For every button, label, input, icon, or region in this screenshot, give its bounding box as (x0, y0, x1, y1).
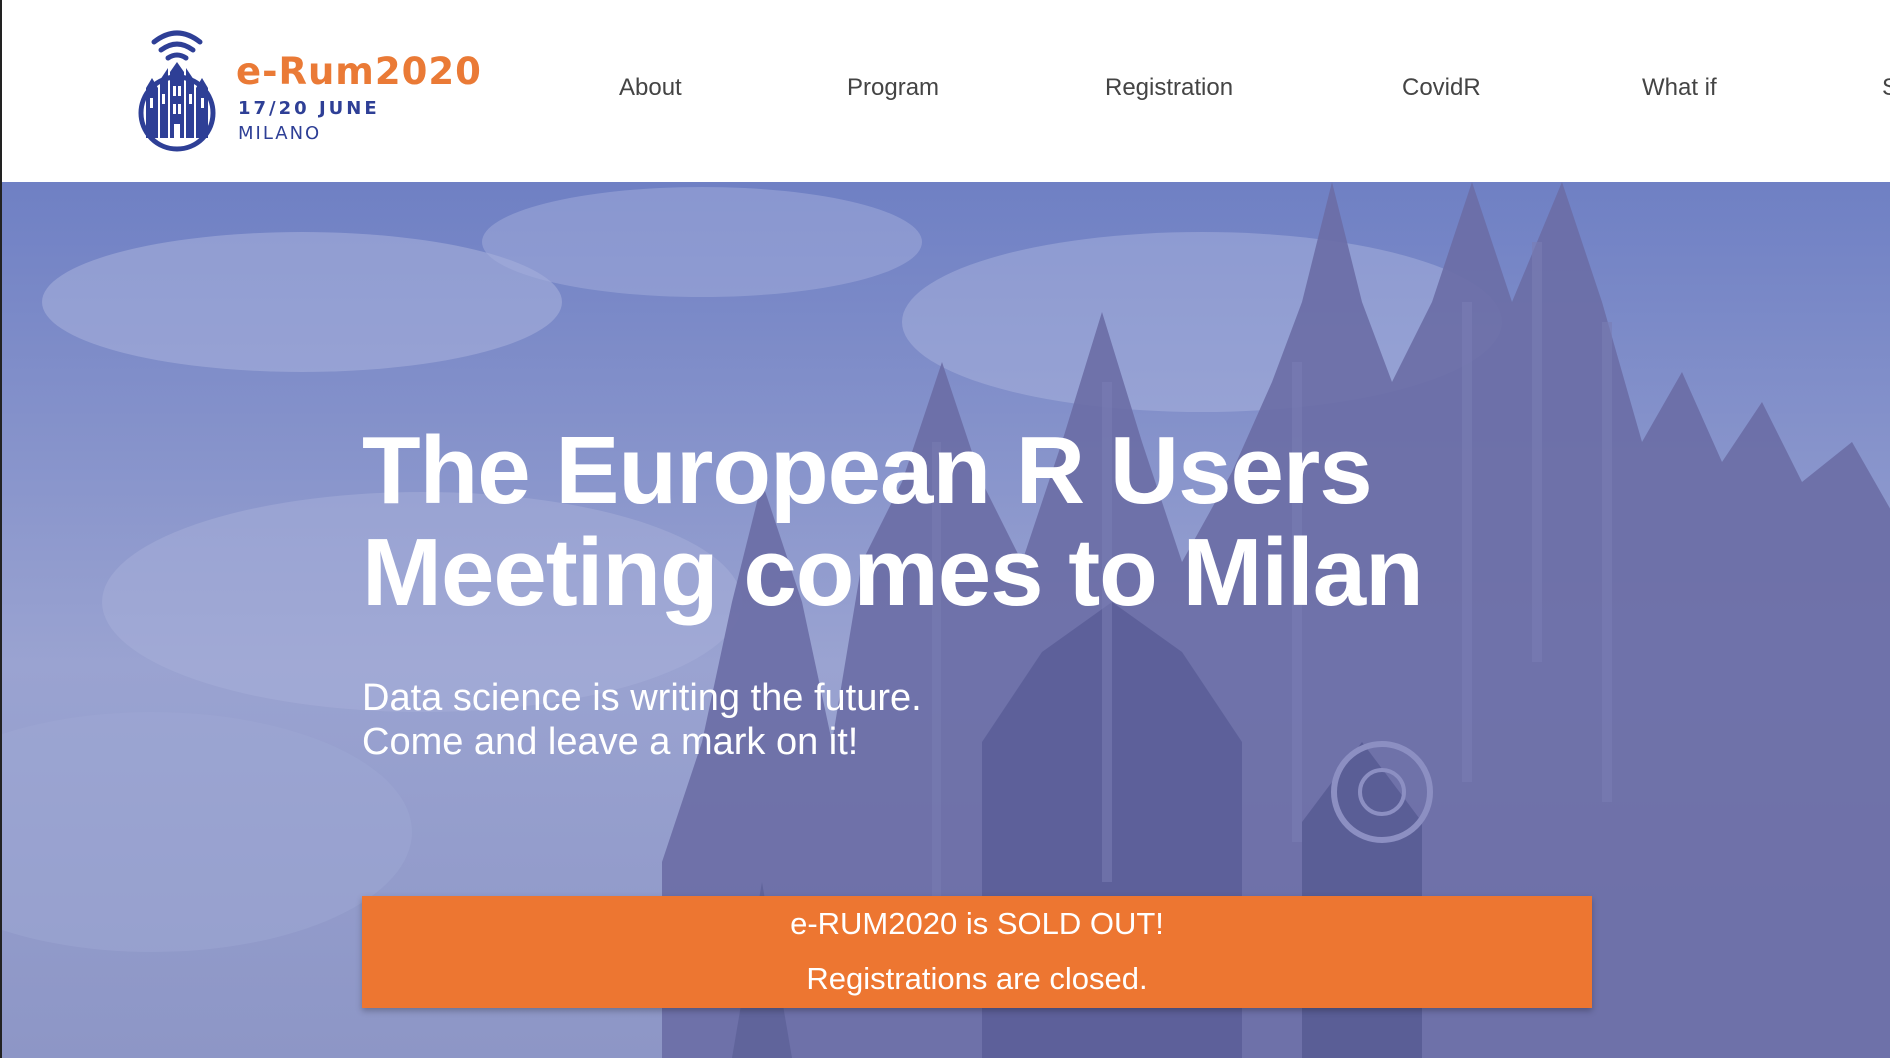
nav-item-covidr[interactable]: CovidR (1402, 74, 1481, 102)
page: e-Rum2020 17/20 JUNE MILANO About Progra… (0, 0, 1890, 1058)
hero-subtitle-line-1: Data science is writing the future. (362, 677, 922, 719)
nav-item-registration[interactable]: Registration (1105, 74, 1233, 102)
sold-out-text: e-RUM2020 is SOLD OUT! (790, 906, 1164, 941)
nav-item-what-if[interactable]: What if (1642, 74, 1717, 102)
nav-item-about[interactable]: About (619, 74, 682, 102)
hero-section: The European R Users Meeting comes to Mi… (0, 182, 1890, 1058)
main-nav: About Program Registration CovidR What i… (2, 74, 1890, 110)
hero-subtitle-line-2: Come and leave a mark on it! (362, 721, 859, 763)
hero-title: The European R Users Meeting comes to Mi… (362, 420, 1512, 624)
registrations-closed-text: Registrations are closed. (806, 961, 1148, 996)
nav-item-program[interactable]: Program (847, 74, 939, 102)
sold-out-banner: e-RUM2020 is SOLD OUT! Registrations are… (362, 896, 1592, 1008)
hero-title-line-1: The European R Users (362, 417, 1373, 524)
site-header: e-Rum2020 17/20 JUNE MILANO About Progra… (0, 0, 1890, 182)
nav-item-cut-off[interactable]: S (1882, 74, 1890, 102)
logo-city: MILANO (238, 123, 322, 144)
hero-subtitle: Data science is writing the future. Come… (362, 676, 1162, 764)
hero-title-line-2: Meeting comes to Milan (362, 519, 1424, 626)
